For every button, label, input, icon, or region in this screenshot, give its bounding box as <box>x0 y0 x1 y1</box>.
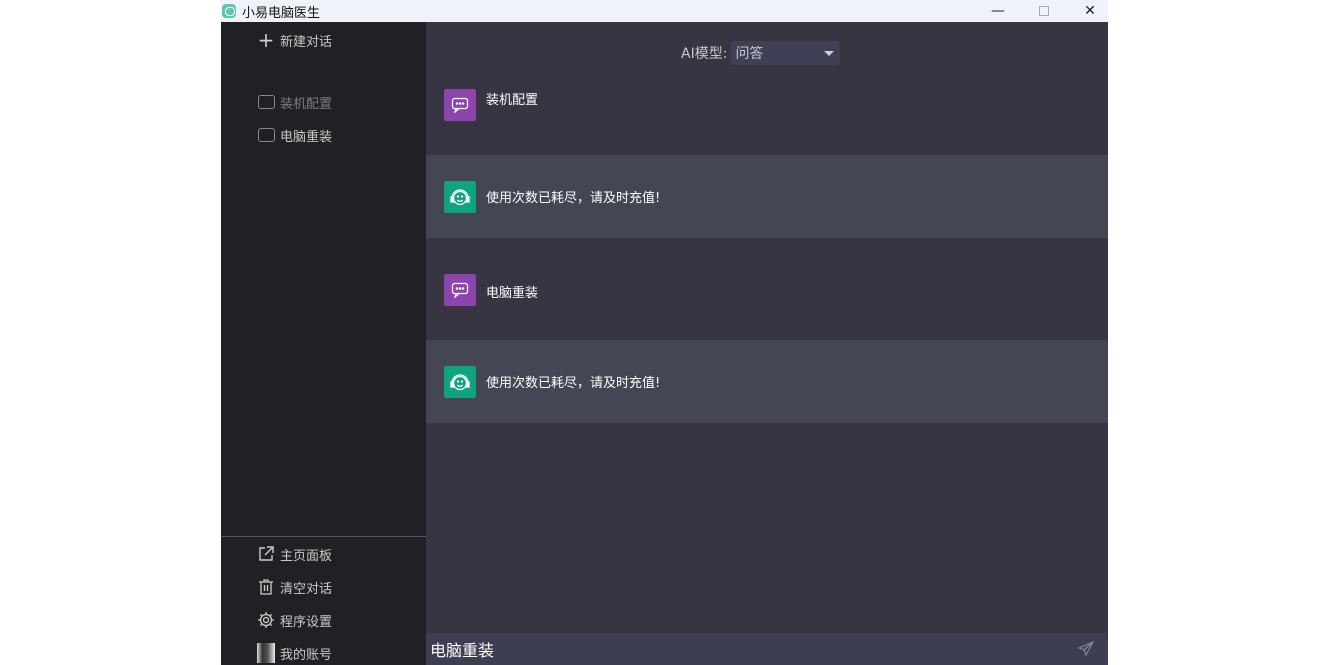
clear-chat-button[interactable]: 清空对话 <box>257 577 332 597</box>
settings-button[interactable]: 程序设置 <box>257 610 332 630</box>
window-title: 小易电脑医生 <box>242 5 321 21</box>
user-chat-icon <box>444 89 476 121</box>
message-text: 装机配置 <box>486 93 539 108</box>
model-selector: AI模型: 问答 <box>681 41 841 65</box>
external-link-icon <box>257 545 275 563</box>
home-panel-label: 主页面板 <box>280 548 333 564</box>
user-avatar <box>257 643 275 663</box>
history-label: 装机配置 <box>280 96 333 112</box>
chat-bubble-icon <box>257 93 275 111</box>
user-chat-icon <box>444 274 476 306</box>
app-logo-icon <box>222 4 236 18</box>
chat-panel: AI模型: 问答 装机配置 使用次数已耗尽，请及时充值! 电脑重装 使用次数已耗… <box>426 22 1108 665</box>
support-headset-icon <box>444 180 476 213</box>
title-bar: 小易电脑医生 — ✕ <box>221 0 1108 22</box>
gear-icon <box>257 611 275 629</box>
chat-bubble-icon <box>257 126 275 144</box>
message-bot: 使用次数已耗尽，请及时充值! <box>426 155 1108 238</box>
message-text: 使用次数已耗尽，请及时充值! <box>486 376 661 391</box>
app-window: 小易电脑医生 — ✕ + 新建对话 装机配置 电脑重装 主页面板 清空对话 程序设… <box>221 0 1108 665</box>
my-account-button[interactable]: 我的账号 <box>257 643 332 663</box>
close-button[interactable]: ✕ <box>1070 0 1110 22</box>
message-text: 电脑重装 <box>486 286 539 301</box>
minimize-button[interactable]: — <box>978 0 1018 22</box>
model-value: 问答 <box>735 46 764 62</box>
model-label: AI模型: <box>681 46 728 62</box>
settings-label: 程序设置 <box>280 614 333 630</box>
clear-chat-label: 清空对话 <box>280 581 333 597</box>
trash-icon <box>257 578 275 596</box>
home-panel-button[interactable]: 主页面板 <box>257 544 332 564</box>
history-label: 电脑重装 <box>280 129 333 145</box>
new-chat-label: 新建对话 <box>280 34 333 50</box>
plus-icon: + <box>257 28 275 52</box>
send-icon[interactable] <box>1077 640 1095 661</box>
message-user: 电脑重装 <box>426 238 1108 340</box>
chevron-down-icon <box>824 50 835 56</box>
message-input[interactable] <box>430 639 1030 659</box>
maximize-button[interactable] <box>1024 0 1064 22</box>
sidebar: + 新建对话 装机配置 电脑重装 主页面板 清空对话 程序设置 我的账号 <box>221 22 426 665</box>
history-item[interactable]: 电脑重装 <box>257 125 332 145</box>
model-dropdown[interactable]: 问答 <box>731 41 841 65</box>
support-headset-icon <box>444 365 476 398</box>
message-bot: 使用次数已耗尽，请及时充值! <box>426 340 1108 423</box>
divider <box>221 536 426 537</box>
history-item[interactable]: 装机配置 <box>257 92 332 112</box>
message-text: 使用次数已耗尽，请及时充值! <box>486 191 661 206</box>
my-account-label: 我的账号 <box>280 647 333 663</box>
new-chat-button[interactable]: + 新建对话 <box>257 28 333 52</box>
input-bar <box>426 633 1108 665</box>
message-user: 装机配置 <box>426 72 1108 155</box>
